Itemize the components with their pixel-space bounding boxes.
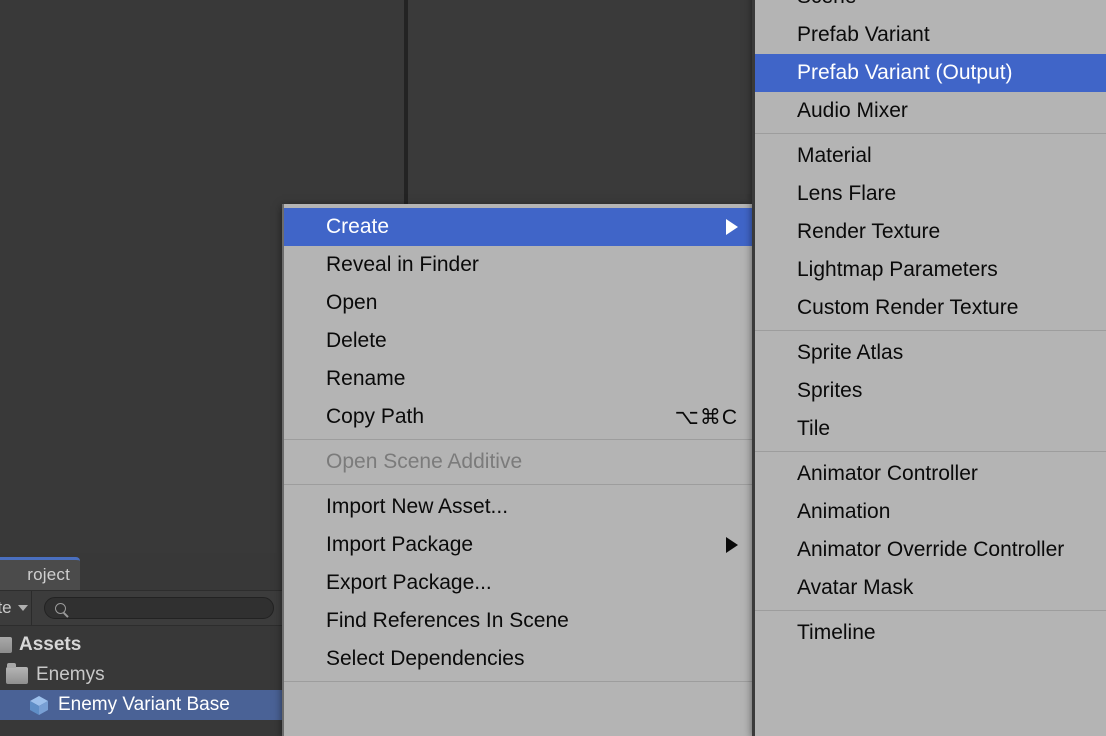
- project-tree-row[interactable]: Enemys: [0, 660, 282, 690]
- menu-item-label: Custom Render Texture: [797, 296, 1019, 319]
- menu-item-reveal-in-finder[interactable]: Reveal in Finder: [284, 246, 752, 284]
- menu-item-label: Delete: [326, 329, 387, 352]
- tab-project[interactable]: roject: [0, 557, 80, 590]
- menu-item-prefab-variant[interactable]: Prefab Variant: [755, 16, 1106, 54]
- menu-item-open-scene-additive: Open Scene Additive: [284, 443, 752, 481]
- menu-item-label: Sprite Atlas: [797, 341, 904, 364]
- menu-item-label: Animator Override Controller: [797, 538, 1065, 561]
- menu-item-copy-path[interactable]: Copy Path ⌥⌘C: [284, 398, 752, 436]
- menu-item-label: Scene: [797, 0, 1092, 9]
- menu-separator: [284, 481, 752, 488]
- menu-separator: [755, 607, 1106, 614]
- menu-item-label: Open Scene Additive: [326, 450, 523, 473]
- menu-separator: [755, 130, 1106, 137]
- menu-item-label: Copy Path: [326, 405, 425, 428]
- asset-context-menu-body: Create Reveal in Finder Open Delete Rename Co…: [284, 208, 752, 678]
- project-asset-tree: Assets Enemys Enemy Variant Base: [0, 626, 282, 720]
- menu-item-lens-flare[interactable]: Lens Flare: [755, 175, 1106, 213]
- project-tree-row-label: Enemy Variant Base: [58, 694, 230, 715]
- menu-item-sprite-atlas[interactable]: Sprite Atlas: [755, 334, 1106, 372]
- submenu-arrow-icon: [726, 219, 738, 235]
- menu-item-timeline[interactable]: Timeline: [755, 614, 1106, 652]
- project-tree-row[interactable]: Assets: [0, 630, 282, 660]
- project-tabbar: roject: [0, 556, 282, 590]
- menu-item-label: Reveal in Finder: [326, 253, 479, 276]
- menu-item-label: Create: [326, 215, 390, 238]
- assets-icon: [0, 637, 12, 653]
- menu-item-label: Prefab Variant: [797, 23, 930, 46]
- menu-item-import-new-asset[interactable]: Import New Asset...: [284, 488, 752, 526]
- tab-project-label: roject: [27, 565, 70, 584]
- create-submenu-body: Scene Prefab Variant Prefab Variant (Outpu…: [755, 0, 1106, 652]
- menu-item-label: Find References In Scene: [326, 609, 569, 632]
- folder-icon: [6, 662, 28, 684]
- menu-item-delete[interactable]: Delete: [284, 322, 752, 360]
- menu-item-custom-render-texture[interactable]: Custom Render Texture: [755, 289, 1106, 327]
- project-create-button-label: ate: [0, 598, 12, 617]
- menu-item-label: Open: [326, 291, 378, 314]
- menu-item-label: Tile: [797, 417, 831, 440]
- submenu-arrow-icon: [726, 537, 738, 553]
- menu-item-label: Timeline: [797, 621, 876, 644]
- project-tree-row-label: Enemys: [36, 664, 105, 685]
- menu-item-rename[interactable]: Rename: [284, 360, 752, 398]
- menu-item-lightmap-parameters[interactable]: Lightmap Parameters: [755, 251, 1106, 289]
- menu-item-label: Prefab Variant (Output): [797, 61, 1013, 84]
- menu-item-avatar-mask[interactable]: Avatar Mask: [755, 569, 1106, 607]
- menu-item-label: Import Package: [326, 533, 474, 556]
- menu-item-material[interactable]: Material: [755, 137, 1106, 175]
- project-create-button[interactable]: ate: [0, 591, 32, 625]
- search-icon: [55, 602, 66, 614]
- menu-item-shortcut: ⌥⌘C: [674, 405, 738, 429]
- menu-item-tile[interactable]: Tile: [755, 410, 1106, 448]
- menu-item-label: Import New Asset...: [326, 495, 509, 518]
- menu-item-label: Material: [797, 144, 872, 167]
- menu-separator-bottom: [284, 678, 752, 685]
- unity-editor-screenshot: roject ate Assets Enemys Enemy Variant Bas…: [0, 0, 1106, 736]
- menu-item-label: Animator Controller: [797, 462, 978, 485]
- menu-item-sprites[interactable]: Sprites: [755, 372, 1106, 410]
- project-panel: roject ate Assets Enemys Enemy Variant Bas…: [0, 556, 282, 736]
- menu-item-find-references-in-scene[interactable]: Find References In Scene: [284, 602, 752, 640]
- menu-item-label: Rename: [326, 367, 406, 390]
- menu-item-label: Lens Flare: [797, 182, 897, 205]
- project-toolbar: ate: [0, 590, 282, 626]
- menu-item-animation[interactable]: Animation: [755, 493, 1106, 531]
- project-tree-row-label: Assets: [19, 634, 82, 655]
- menu-item-label: Avatar Mask: [797, 576, 914, 599]
- menu-item-scene[interactable]: Scene: [755, 0, 1106, 16]
- menu-item-label: Sprites: [797, 379, 863, 402]
- menu-item-label: Select Dependencies: [326, 647, 525, 670]
- menu-separator: [284, 436, 752, 443]
- menu-separator: [755, 327, 1106, 334]
- menu-item-prefab-variant-output[interactable]: Prefab Variant (Output): [755, 54, 1106, 92]
- menu-item-create[interactable]: Create: [284, 208, 752, 246]
- menu-item-import-package[interactable]: Import Package: [284, 526, 752, 564]
- asset-context-menu[interactable]: Create Reveal in Finder Open Delete Rename Co…: [282, 204, 752, 736]
- menu-separator: [755, 448, 1106, 455]
- menu-item-open[interactable]: Open: [284, 284, 752, 322]
- menu-item-label: Audio Mixer: [797, 99, 908, 122]
- menu-item-label: Animation: [797, 500, 891, 523]
- menu-item-label: Export Package...: [326, 571, 492, 594]
- menu-item-export-package[interactable]: Export Package...: [284, 564, 752, 602]
- menu-item-render-texture[interactable]: Render Texture: [755, 213, 1106, 251]
- prefab-cube-icon: [28, 694, 50, 716]
- project-tree-row[interactable]: Enemy Variant Base: [0, 690, 282, 720]
- menu-item-label: Render Texture: [797, 220, 941, 243]
- menu-item-animator-controller[interactable]: Animator Controller: [755, 455, 1106, 493]
- menu-item-label: Lightmap Parameters: [797, 258, 998, 281]
- menu-item-animator-override-controller[interactable]: Animator Override Controller: [755, 531, 1106, 569]
- project-search-input[interactable]: [44, 597, 274, 619]
- menu-item-select-dependencies[interactable]: Select Dependencies: [284, 640, 752, 678]
- menu-item-audio-mixer[interactable]: Audio Mixer: [755, 92, 1106, 130]
- chevron-down-icon: [17, 605, 28, 611]
- create-submenu[interactable]: Scene Prefab Variant Prefab Variant (Outpu…: [752, 0, 1106, 736]
